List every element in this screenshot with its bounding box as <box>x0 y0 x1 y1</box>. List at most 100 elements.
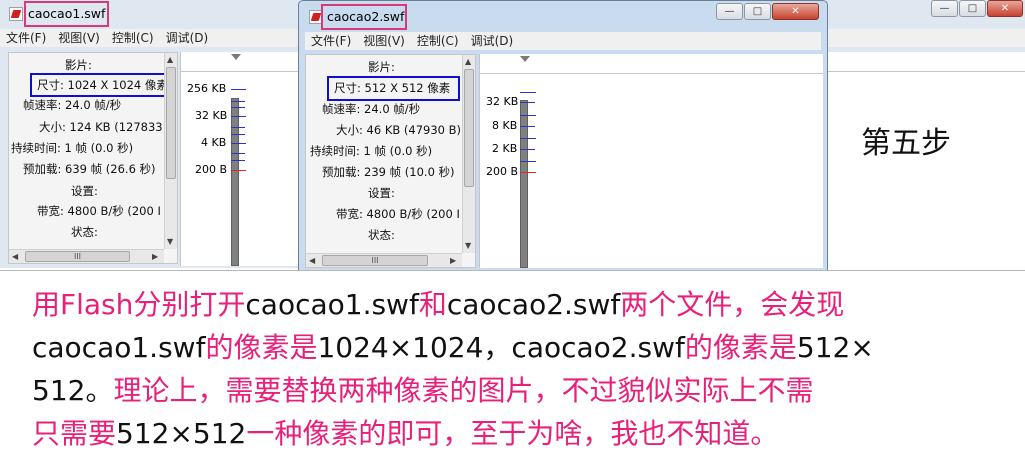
note-line-1: 用Flash分别打开caocao1.swf和caocao2.swf两个文件，会发… <box>32 287 844 323</box>
note-line-4: 只需要512×512一种像素的即可，至于为啥，我也不知道。 <box>32 416 778 452</box>
menu-file[interactable]: 文件(F) <box>0 29 52 47</box>
flash-player-icon <box>9 7 23 21</box>
note-value: 1024×1024，caocao2.swf <box>317 331 685 364</box>
header-state: 状态: <box>368 228 395 242</box>
step-label: 第五步 <box>861 126 951 161</box>
window3-graph-area: 第五步 <box>826 52 1025 268</box>
info-filesize: 大小: 46 KB (47930 B) <box>336 123 462 137</box>
graph-tick <box>231 89 246 90</box>
size-highlight-box <box>327 76 460 101</box>
note-filename: caocao1.swf <box>245 288 419 321</box>
header-movie: 影片: <box>368 60 395 74</box>
scroll-up-arrow-icon[interactable]: ▲ <box>465 57 471 67</box>
graph-label-8kb: 8 KB <box>492 119 518 132</box>
menu-control[interactable]: 控制(C) <box>411 32 465 50</box>
maximize-button[interactable]: □ <box>959 0 986 17</box>
window2-title-highlight <box>321 4 407 30</box>
bandwidth-limit-line <box>520 172 536 173</box>
menu-view[interactable]: 视图(V) <box>357 32 411 50</box>
graph-tick <box>231 116 246 117</box>
graph-tick <box>520 138 536 139</box>
graph-tick <box>231 107 245 108</box>
graph-tick <box>231 134 245 135</box>
note-text: 的像素是 <box>205 331 318 364</box>
note-line-3: 512。理论上，需要替换两种像素的图片，不过貌似实际上不需 <box>32 373 813 409</box>
graph-tick <box>520 92 536 93</box>
graph-tick <box>520 115 536 116</box>
scroll-left-arrow-icon[interactable]: ◀ <box>12 252 18 262</box>
window1-bandwidth-graph: 256 KB 32 KB 4 KB 200 B <box>180 52 300 266</box>
minimize-button[interactable]: — <box>931 0 958 17</box>
note-value: 512。 <box>32 374 114 407</box>
window1-info-panel: 影片: 尺寸: 1024 X 1024 像素 帧速率: 24.0 帧/秒 大小:… <box>8 52 178 264</box>
window1-titlebar[interactable]: caocao1.swf <box>0 0 300 28</box>
window1-panel-scrollbar[interactable]: ▲ ▼ <box>164 53 177 249</box>
graph-label-200b: 200 B <box>486 165 519 178</box>
menu-debug[interactable]: 调试(D) <box>160 29 215 47</box>
close-button[interactable]: ✕ <box>987 0 1023 17</box>
hscroll-thumb[interactable]: III <box>25 251 130 262</box>
graph-tick <box>231 127 245 128</box>
graph-label-32kb: 32 KB <box>195 109 228 122</box>
info-framerate: 帧速率: 24.0 帧/秒 <box>322 102 421 116</box>
maximize-button[interactable]: □ <box>744 3 771 20</box>
frame-size-bar <box>231 98 239 266</box>
graph-label-200b: 200 B <box>195 163 228 176</box>
window1-menubar: 文件(F) 视图(V) 控制(C) 调试(D) <box>0 29 300 47</box>
scroll-down-arrow-icon[interactable]: ▼ <box>167 237 173 247</box>
graph-label-2kb: 2 KB <box>492 142 518 155</box>
info-bandwidth: 带宽: 4800 B/秒 (200 I <box>37 204 161 218</box>
info-duration: 持续时间: 1 帧 (0.0 秒) <box>310 144 433 158</box>
note-filename: caocao1.swf <box>32 331 206 364</box>
note-filename: caocao2.swf <box>446 288 621 321</box>
minimize-button[interactable]: — <box>716 3 743 20</box>
info-preload: 预加载: 639 帧 (26.6 秒) <box>23 162 156 176</box>
window1-timeline[interactable] <box>181 52 300 72</box>
scroll-left-arrow-icon[interactable]: ◀ <box>309 256 315 266</box>
scroll-thumb[interactable] <box>166 67 176 179</box>
window1-panel-hscrollbar[interactable]: ◀ III ▶ <box>9 249 164 263</box>
annotation-note: 用Flash分别打开caocao1.swf和caocao2.swf两个文件，会发… <box>0 270 1025 464</box>
note-text: 一种像素的即可，至于为啥，我也不知道。 <box>246 417 779 450</box>
window2-titlebar[interactable]: caocao2.swf — □ ✕ <box>299 1 827 30</box>
graph-label-4kb: 4 KB <box>201 136 227 149</box>
size-highlight-box <box>30 73 166 97</box>
bandwidth-limit-line <box>231 170 246 171</box>
note-text: 理论上，需要替换两种像素的图片，不过貌似实际上不需 <box>113 374 814 407</box>
menu-file[interactable]: 文件(F) <box>305 32 357 50</box>
note-value: 512×512 <box>116 417 247 450</box>
graph-tick <box>231 101 245 102</box>
note-text: 只需要 <box>32 417 117 450</box>
window2-panel-scrollbar[interactable]: ▲ ▼ <box>462 55 475 253</box>
note-text: 和 <box>418 288 447 321</box>
menu-control[interactable]: 控制(C) <box>106 29 160 47</box>
graph-tick <box>231 143 246 144</box>
scroll-up-arrow-icon[interactable]: ▲ <box>167 55 173 65</box>
window3-menubar <box>826 29 1025 47</box>
scroll-thumb[interactable] <box>464 69 474 187</box>
window-caocao2: caocao2.swf — □ ✕ 文件(F) 视图(V) 控制(C) 调试(D) 影… <box>298 0 828 272</box>
window2-panel-hscrollbar[interactable]: ◀ III ▶ <box>306 253 462 267</box>
note-line-2: caocao1.swf的像素是1024×1024，caocao2.swf的像素是… <box>32 330 874 366</box>
header-settings: 设置: <box>368 186 395 200</box>
scroll-down-arrow-icon[interactable]: ▼ <box>465 241 471 251</box>
close-button[interactable]: ✕ <box>772 3 819 20</box>
note-text: 两个文件，会发现 <box>620 288 845 321</box>
menu-debug[interactable]: 调试(D) <box>465 32 520 50</box>
playhead-icon[interactable] <box>520 56 530 62</box>
playhead-icon[interactable] <box>231 54 241 60</box>
header-settings: 设置: <box>71 184 98 198</box>
graph-tick <box>520 126 535 127</box>
window-background-right: 第五步 — □ ✕ <box>826 0 1025 268</box>
menu-view[interactable]: 视图(V) <box>52 29 106 47</box>
window2-info-panel: 影片: 尺寸: 512 X 512 像素 帧速率: 24.0 帧/秒 大小: 4… <box>305 54 476 268</box>
scroll-right-arrow-icon[interactable]: ▶ <box>450 256 456 266</box>
graph-label-256kb: 256 KB <box>187 82 227 95</box>
note-text: 用Flash分别打开 <box>32 288 246 321</box>
window1-title-highlight <box>24 1 109 27</box>
hscroll-thumb[interactable]: III <box>322 255 428 266</box>
scroll-right-arrow-icon[interactable]: ▶ <box>152 252 158 262</box>
header-state: 状态: <box>71 225 98 239</box>
info-duration: 持续时间: 1 帧 (0.0 秒) <box>11 141 134 155</box>
window2-timeline[interactable] <box>480 54 823 74</box>
